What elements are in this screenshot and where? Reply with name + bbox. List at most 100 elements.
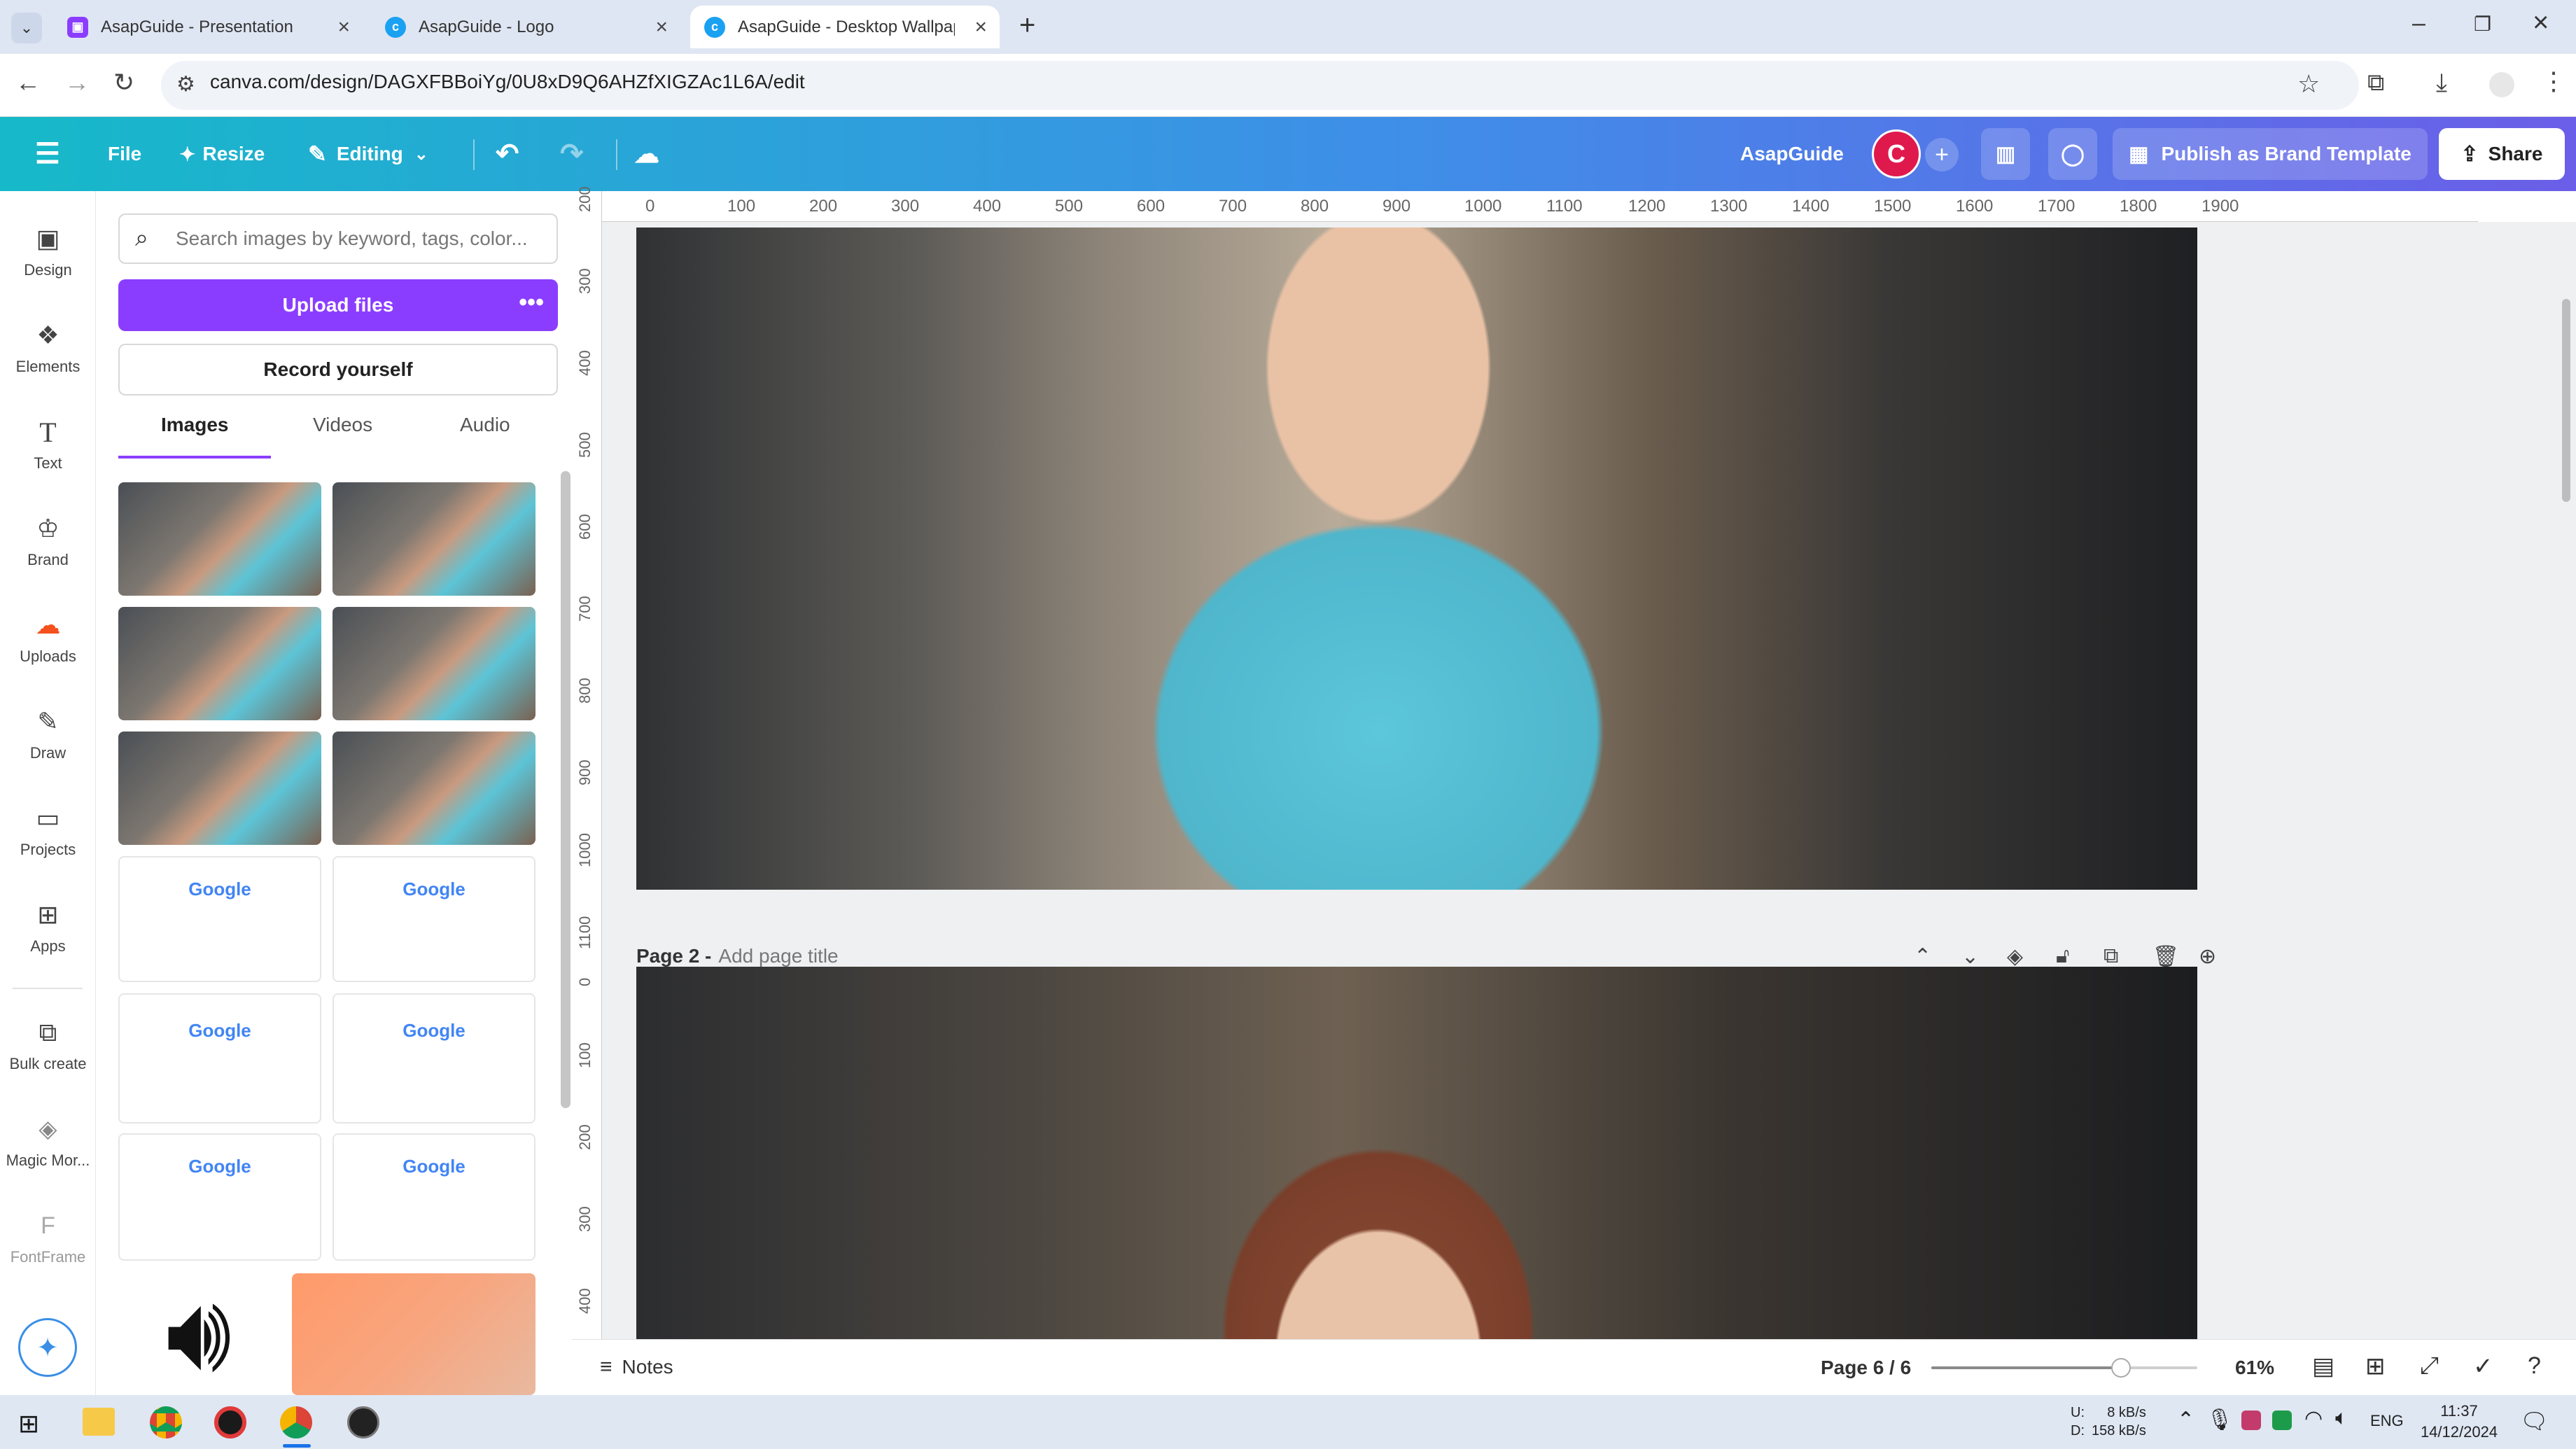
close-tab-icon[interactable]: × [655, 15, 668, 39]
rail-item-draw[interactable]: ✎ Draw [0, 706, 96, 762]
upload-thumbnail[interactable] [118, 482, 321, 596]
panel-scrollbar[interactable] [561, 471, 570, 1108]
page-up-icon[interactable]: ⌃ [1914, 944, 1931, 969]
url-text[interactable]: canva.com/design/DAGXFBBoiYg/0U8xD9Q6AHZ… [210, 71, 805, 93]
close-tab-icon[interactable]: × [974, 15, 987, 39]
upload-files-button[interactable]: Upload files ••• [118, 279, 558, 331]
extensions-icon[interactable]: ⧉ [2367, 69, 2384, 97]
close-tab-icon[interactable]: × [337, 15, 350, 39]
publish-brand-template-button[interactable]: ▦ Publish as Brand Template [2113, 128, 2428, 180]
tab-videos[interactable]: Videos [313, 414, 372, 436]
browser-tab-presentation[interactable]: ▣ AsapGuide - Presentation × [53, 6, 363, 48]
insights-button[interactable]: ▥ [1981, 128, 2030, 180]
tab-search-button[interactable]: ⌄ [11, 13, 42, 43]
upload-thumbnail[interactable] [292, 1273, 536, 1395]
upload-thumbnail-screenshot[interactable]: Google [118, 1133, 321, 1261]
search-input[interactable]: ⌕ Search images by keyword, tags, color.… [118, 214, 558, 264]
undo-button[interactable]: ↶ [496, 117, 519, 191]
profile-avatar[interactable] [2489, 72, 2514, 97]
close-window-icon[interactable]: × [2533, 7, 2549, 38]
magic-assistant-button[interactable]: ✦ [18, 1318, 77, 1377]
windows-start-icon[interactable]: ⊞ [18, 1409, 39, 1438]
microphone-icon[interactable]: 🎙︎ [2206, 1408, 2233, 1432]
speaker-audio-thumbnail[interactable]: 🔊︎ [118, 1273, 279, 1395]
page-2-video-frame[interactable] [636, 967, 2197, 1339]
upload-thumbnail-screenshot[interactable]: Google [332, 993, 536, 1124]
upload-thumbnail-screenshot[interactable]: Google [332, 1133, 536, 1261]
browser-tab-logo[interactable]: c AsapGuide - Logo × [371, 6, 680, 48]
restore-window-icon[interactable]: ❐ [2474, 13, 2491, 36]
rail-item-uploads[interactable]: ☁ Uploads [0, 610, 96, 666]
tab-audio[interactable]: Audio [460, 414, 510, 436]
comments-button[interactable]: ◯ [2048, 128, 2097, 180]
download-icon[interactable]: ⤓ [2436, 68, 2447, 98]
clock[interactable]: 11:37 14/12/2024 [2414, 1401, 2505, 1443]
add-page-icon[interactable]: ⊕ [2199, 944, 2216, 969]
page-down-icon[interactable]: ⌄ [1961, 944, 1979, 969]
page-indicator[interactable]: Page 6 / 6 [1821, 1357, 1911, 1379]
check-circle-icon[interactable]: ✓ [2473, 1352, 2493, 1380]
page-view-icon[interactable]: ▤ [2312, 1352, 2334, 1380]
page-title-input[interactable]: Add page title [718, 945, 838, 967]
page-1-video-frame[interactable] [636, 227, 2197, 890]
tray-app-green-icon[interactable] [2272, 1410, 2292, 1430]
upload-thumbnail[interactable] [332, 607, 536, 720]
notifications-icon[interactable]: 🗨︎ [2520, 1408, 2549, 1434]
lock-page-icon[interactable]: 🔓︎ [2056, 944, 2069, 968]
rail-item-brand[interactable]: ♔ Brand [0, 513, 96, 569]
more-options-icon[interactable]: ••• [519, 289, 544, 316]
rail-item-projects[interactable]: ▭ Projects [0, 803, 96, 859]
hide-page-icon[interactable]: ◈ [2007, 944, 2023, 969]
rail-item-bulk-create[interactable]: ⧉ Bulk create [0, 1017, 96, 1073]
editing-mode-dropdown[interactable]: ✎ Editing ⌄ [308, 117, 428, 191]
canvas-scrollbar[interactable] [2562, 299, 2570, 502]
tray-app-icon[interactable] [2241, 1410, 2261, 1430]
file-explorer-icon[interactable] [83, 1408, 115, 1436]
browser-menu-icon[interactable]: ⋮ [2541, 66, 2566, 96]
record-app-icon[interactable] [214, 1406, 246, 1438]
help-icon[interactable]: ? [2528, 1352, 2541, 1380]
grid-view-icon[interactable]: ⊞ [2365, 1352, 2386, 1380]
forward-arrow-icon[interactable]: → [64, 68, 90, 97]
delete-page-icon[interactable]: 🗑︎ [2152, 944, 2179, 969]
tab-images[interactable]: Images [161, 414, 229, 436]
main-menu-icon[interactable]: ☰ [35, 117, 60, 191]
back-arrow-icon[interactable]: ← [15, 68, 41, 97]
user-avatar[interactable]: C [1872, 130, 1921, 178]
fullscreen-icon[interactable]: ⤢ [2420, 1352, 2439, 1380]
upload-thumbnail[interactable] [332, 732, 536, 845]
minimize-window-icon[interactable]: – [2412, 10, 2426, 37]
rail-item-design[interactable]: ▣ Design [0, 223, 96, 279]
share-button[interactable]: ⇪ Share [2439, 128, 2565, 180]
upload-thumbnail[interactable] [118, 732, 321, 845]
rail-item-fontframe[interactable]: F FontFrame [0, 1210, 96, 1266]
upload-thumbnail-screenshot[interactable]: Google [118, 993, 321, 1124]
reload-icon[interactable]: ↻ [113, 68, 134, 97]
chrome-icon[interactable] [150, 1406, 182, 1438]
upload-thumbnail-screenshot[interactable]: Google [332, 856, 536, 982]
upload-thumbnail[interactable] [332, 482, 536, 596]
rail-item-apps[interactable]: ⊞ Apps [0, 899, 96, 955]
cloud-save-icon[interactable]: ☁ [634, 117, 659, 191]
upload-thumbnail-screenshot[interactable]: Google [118, 856, 321, 982]
team-name[interactable]: AsapGuide [1740, 117, 1844, 191]
volume-icon[interactable]: 🔈︎ [2335, 1406, 2348, 1430]
record-yourself-button[interactable]: Record yourself [118, 344, 558, 396]
obs-icon[interactable] [347, 1406, 379, 1438]
show-hidden-icons-chevron-icon[interactable]: ⌃ [2177, 1408, 2194, 1432]
browser-tab-desktop-wallpaper[interactable]: c AsapGuide - Desktop Wallpape × [690, 6, 1000, 48]
new-tab-button[interactable]: + [1019, 10, 1035, 41]
file-menu-button[interactable]: File [108, 117, 141, 191]
zoom-percentage[interactable]: 61% [2235, 1357, 2274, 1379]
chrome-active-icon[interactable] [280, 1406, 312, 1438]
rail-item-elements[interactable]: ❖ Elements [0, 320, 96, 376]
redo-button[interactable]: ↷ [560, 117, 584, 191]
bookmark-star-icon[interactable]: ☆ [2297, 69, 2320, 99]
rail-item-text[interactable]: T Text [0, 416, 96, 472]
duplicate-page-icon[interactable]: ⧉ [2104, 944, 2118, 968]
zoom-slider-handle[interactable] [2111, 1358, 2131, 1378]
input-language[interactable]: ENG [2370, 1412, 2404, 1430]
rail-item-magic-morph[interactable]: ◈ Magic Mor... [0, 1114, 96, 1170]
invite-plus-button[interactable]: + [1925, 138, 1959, 172]
notes-button[interactable]: ≡ Notes [600, 1355, 673, 1379]
